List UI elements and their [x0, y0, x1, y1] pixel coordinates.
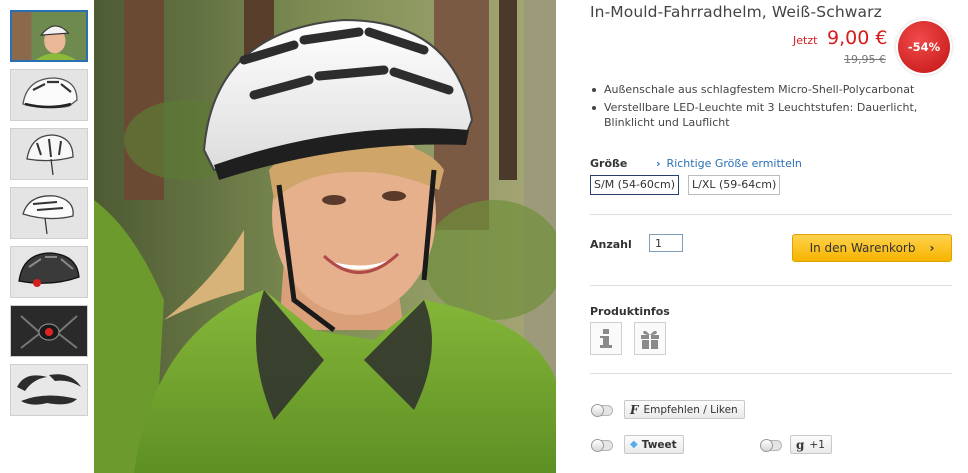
size-guide-link[interactable]: › Richtige Größe ermitteln [656, 157, 802, 170]
main-product-image[interactable] [94, 0, 556, 473]
thumbnail-helmet-pads[interactable] [10, 364, 88, 416]
feature-item: Außenschale aus schlagfestem Micro-Shell… [590, 82, 935, 98]
product-info-label: Produktinfos [590, 305, 670, 318]
twitter-bird-icon: ◆ [630, 439, 638, 450]
thumbnail-gallery [10, 10, 90, 423]
toggle-knob [591, 404, 604, 417]
divider [590, 285, 952, 286]
feature-list: Außenschale aus schlagfestem Micro-Shell… [590, 82, 935, 133]
thumbnail-helmet-dark[interactable] [10, 246, 88, 298]
gift-icon[interactable] [634, 322, 666, 355]
gplus-toggle[interactable] [760, 439, 782, 452]
toggle-knob [760, 439, 773, 452]
quantity-label: Anzahl [590, 238, 632, 251]
feature-text: Außenschale aus schlagfestem Micro-Shell… [604, 83, 915, 96]
thumbnail-helmet-side[interactable] [10, 69, 88, 121]
add-to-cart-label: In den Warenkorb [809, 241, 916, 255]
size-label: Größe [590, 157, 628, 170]
thumbnail-led-light[interactable] [10, 305, 88, 357]
feature-text: Verstellbare LED-Leuchte mit 3 Leuchtstu… [604, 100, 918, 130]
tweet-label: Tweet [641, 438, 677, 451]
product-title: In-Mould-Fahrradhelm, Weiß-Schwarz [590, 3, 882, 21]
size-option-lxl[interactable]: L/XL (59-64cm) [688, 175, 781, 195]
bullet-icon [592, 105, 596, 110]
size-guide-label: Richtige Größe ermitteln [666, 157, 802, 170]
price-label: Jetzt [793, 34, 818, 47]
tweet-button[interactable]: ◆ Tweet [624, 435, 684, 454]
facebook-like-button[interactable]: F Empfehlen / Liken [624, 400, 745, 419]
gplus-icon: g [796, 437, 805, 452]
divider [590, 214, 952, 215]
info-icon[interactable] [590, 322, 622, 355]
size-option-sm[interactable]: S/M (54-60cm) [590, 175, 679, 195]
toggle-knob [591, 439, 604, 452]
chevron-right-icon: › [656, 157, 661, 170]
old-price: 19,95 € [844, 53, 886, 66]
thumbnail-helmet-rear[interactable] [10, 187, 88, 239]
thumbnail-woman-helmet[interactable] [10, 10, 88, 62]
current-price: 9,00 € [827, 27, 888, 49]
add-to-cart-button[interactable]: In den Warenkorb › [792, 234, 952, 262]
facebook-label: Empfehlen / Liken [643, 403, 738, 416]
gplus-label: +1 [809, 438, 825, 451]
arrow-right-icon: › [929, 241, 935, 255]
quantity-input[interactable] [649, 234, 683, 252]
twitter-toggle[interactable] [591, 439, 613, 452]
bullet-icon [592, 88, 596, 92]
divider [590, 373, 952, 374]
gplus-button[interactable]: g +1 [790, 435, 832, 454]
facebook-toggle[interactable] [591, 404, 613, 417]
thumbnail-helmet-front[interactable] [10, 128, 88, 180]
facebook-icon: F [630, 402, 639, 417]
discount-badge: -54% [898, 21, 950, 73]
feature-item: Verstellbare LED-Leuchte mit 3 Leuchtstu… [590, 100, 935, 131]
